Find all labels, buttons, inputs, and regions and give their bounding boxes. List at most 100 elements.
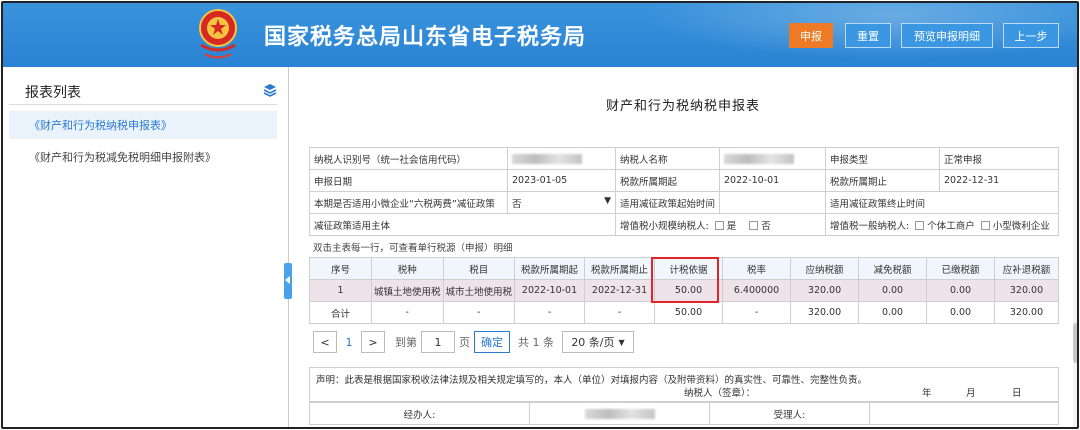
col-header: 减免税额 <box>858 257 928 280</box>
cell: 城市土地使用税 <box>442 279 516 302</box>
taxpayer-id-value <box>507 147 616 170</box>
redacted-value <box>724 153 795 164</box>
cell: 2022-12-31 <box>584 279 656 302</box>
col-header: 税种 <box>371 257 444 280</box>
taxpayer-name-value <box>719 147 827 170</box>
cell: 0.00 <box>858 279 928 302</box>
year-label: 年 <box>922 388 932 399</box>
main-content: 财产和行为税纳税申报表 纳税人识别号（统一社会信用代码） 纳税人名称 申报类型 … <box>295 67 1071 427</box>
cell: 0.00 <box>926 279 996 302</box>
month-label: 月 <box>966 388 976 399</box>
cell: 1 <box>309 279 372 302</box>
collapse-sidebar-handle[interactable] <box>284 263 292 299</box>
declaration-box: 声明：此表是根据国家税收法律法规及相关规定填写的，本人（单位）对填报内容（及附带… <box>309 367 1059 402</box>
redacted-value <box>584 408 655 419</box>
no-label: 否 <box>761 220 771 232</box>
policy-end-label: 适用减征政策终止时间 <box>825 191 1059 214</box>
policy-start-label: 适用减征政策起始时间 <box>614 191 721 214</box>
col-header: 已缴税额 <box>926 257 996 280</box>
small-scale-taxpayer-cell: 增值税小规模纳税人: 是 否 <box>614 213 827 236</box>
previous-step-button[interactable]: 上一步 <box>1003 23 1059 48</box>
taxpayer-id-label: 纳税人识别号（统一社会信用代码） <box>309 147 508 170</box>
pagination: < 1 > 到第 1 页 确定 共 1 条 20 条/页 ▼ <box>313 331 634 353</box>
cell: 2022-10-01 <box>514 279 586 302</box>
cell: 320.00 <box>790 279 860 302</box>
cell: 合计 <box>309 301 372 324</box>
declaration-type-label: 申报类型 <box>825 147 941 170</box>
chevron-down-icon: ▼ <box>618 337 625 347</box>
col-header: 税目 <box>442 257 516 280</box>
col-header: 应补退税额 <box>994 257 1059 280</box>
cell: 50.00 <box>654 301 724 324</box>
double-click-hint: 双击主表每一行，可查看单行税源（申报）明细 <box>313 243 513 254</box>
app-window: 国家税务总局山东省电子税务局 申报 重置 预览申报明细 上一步 报表列表 《财产… <box>1 1 1079 429</box>
cell: 0.00 <box>858 301 928 324</box>
reset-button[interactable]: 重置 <box>845 23 891 48</box>
tax-detail-table: 序号 税种 税目 税款所属期起 税款所属期止 计税依据 税率 应纳税额 减免税额… <box>309 257 1059 324</box>
period-end-value: 2022-12-31 <box>939 169 1059 192</box>
page-number[interactable]: 1 <box>337 336 361 349</box>
page-scrollbar[interactable] <box>1073 67 1077 427</box>
cell: 320.00 <box>994 301 1059 324</box>
page-size-value: 20 条/页 <box>571 336 615 349</box>
scrollbar-thumb[interactable] <box>1073 323 1077 363</box>
agent-label: 经办人: <box>309 402 530 425</box>
small-micro-policy-select[interactable]: 否 ▼ <box>507 191 616 214</box>
select-value: 否 <box>512 198 522 210</box>
small-scale-yes-checkbox[interactable] <box>714 220 724 230</box>
small-profit-checkbox[interactable] <box>980 220 990 230</box>
sidebar-header: 报表列表 <box>9 73 277 105</box>
prev-page-button[interactable]: < <box>313 331 337 353</box>
period-start-label: 税款所属期起 <box>614 169 721 192</box>
cell: 6.400000 <box>722 279 792 302</box>
total-row: 合计 - - - - 50.00 - 320.00 0.00 0.00 320.… <box>309 301 1059 324</box>
sidebar-title: 报表列表 <box>25 85 81 101</box>
page-size-select[interactable]: 20 条/页 ▼ <box>562 331 634 353</box>
site-title: 国家税务总局山东省电子税务局 <box>264 25 587 50</box>
taxpayer-info-table: 纳税人识别号（统一社会信用代码） 纳税人名称 申报类型 正常申报 申报日期 20… <box>309 147 1059 236</box>
cell: - <box>514 301 586 324</box>
preview-detail-button[interactable]: 预览申报明细 <box>901 23 993 48</box>
page-label: 页 <box>459 336 470 349</box>
small-micro-policy-label: 本期是否适用小微企业“六税两费”减征政策 <box>309 191 508 214</box>
table-header-row: 序号 税种 税目 税款所属期起 税款所属期止 计税依据 税率 应纳税额 减免税额… <box>309 257 1059 280</box>
col-header: 税款所属期止 <box>584 257 656 280</box>
cell: 320.00 <box>994 279 1059 302</box>
table-row[interactable]: 1 城镇土地使用税 城市土地使用税 2022-10-01 2022-12-31 … <box>309 279 1059 302</box>
small-scale-label: 增值税小规模纳税人: <box>620 220 709 232</box>
goto-page-input[interactable]: 1 <box>421 331 455 353</box>
small-profit-label: 小型微利企业 <box>992 220 1050 232</box>
redacted-value <box>512 153 582 164</box>
chevron-left-icon <box>285 276 290 284</box>
col-header: 序号 <box>309 257 372 280</box>
chevron-left-icon: < <box>320 335 330 349</box>
next-page-button[interactable]: > <box>361 331 385 353</box>
col-header: 税款所属期起 <box>514 257 586 280</box>
yes-label: 是 <box>726 220 737 232</box>
tax-emblem-icon <box>199 9 237 59</box>
confirm-page-button[interactable]: 确定 <box>474 331 510 353</box>
record-count: 共 1 条 <box>518 336 554 349</box>
goto-label: 到第 <box>395 336 417 349</box>
small-scale-no-checkbox[interactable] <box>749 220 759 230</box>
submit-button[interactable]: 申报 <box>789 23 833 48</box>
general-taxpayer-label: 增值税一般纳税人: <box>830 220 910 232</box>
sidebar-item-main-report[interactable]: 《财产和行为税纳税申报表》 <box>9 111 277 139</box>
layers-icon[interactable] <box>263 83 277 97</box>
cell: - <box>722 301 792 324</box>
taxpayer-name-label: 纳税人名称 <box>614 147 721 170</box>
col-header: 计税依据 <box>654 257 724 280</box>
cell: 50.00 <box>654 279 724 302</box>
top-banner: 国家税务总局山东省电子税务局 申报 重置 预览申报明细 上一步 <box>3 3 1077 67</box>
sidebar-item-relief-schedule[interactable]: 《财产和行为税减免税明细申报附表》 <box>9 143 277 171</box>
handler-table: 经办人: 受理人: <box>309 402 1059 425</box>
individual-business-checkbox[interactable] <box>915 220 925 230</box>
declaration-type-value: 正常申报 <box>939 147 1059 170</box>
cell: 0.00 <box>926 301 996 324</box>
period-start-value: 2022-10-01 <box>719 169 827 192</box>
declaration-date-label: 申报日期 <box>309 169 508 192</box>
page-title: 财产和行为税纳税申报表 <box>605 99 760 114</box>
policy-subject-label: 减征政策适用主体 <box>309 213 616 236</box>
col-header: 税率 <box>722 257 792 280</box>
agent-value <box>529 402 710 425</box>
